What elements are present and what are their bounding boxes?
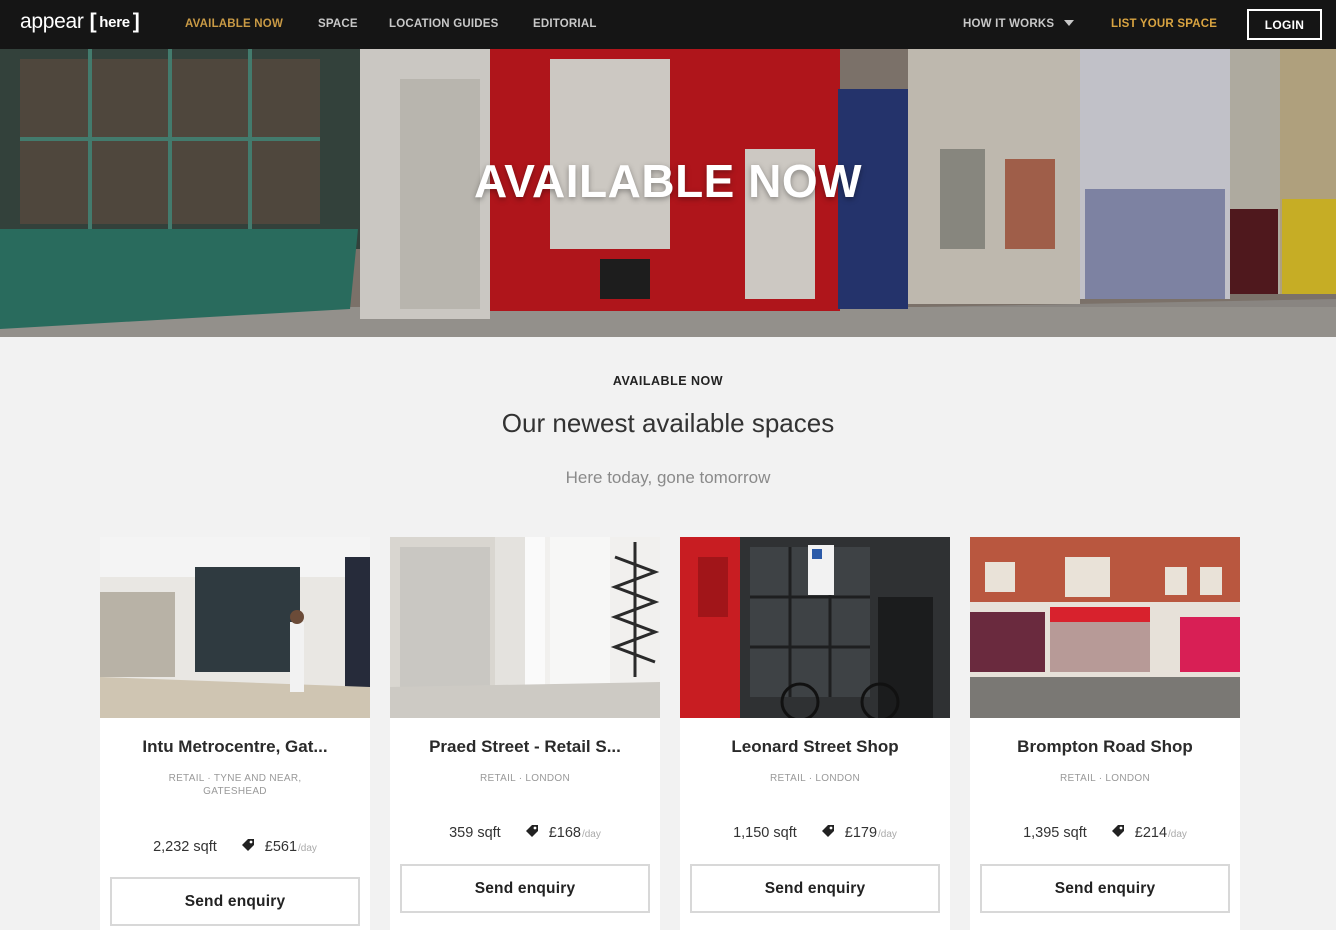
listing-price: £214 (1134, 825, 1168, 841)
listing-card[interactable]: Praed Street - Retail S... RETAIL · LOND… (390, 537, 660, 930)
listing-price: £168 (548, 825, 581, 841)
listing-size: 2,232 sqft (153, 839, 217, 855)
appear-here-logo[interactable]: appear [ here ] (20, 10, 140, 34)
chevron-down-icon (1064, 20, 1075, 26)
listing-photo-brompton[interactable] (970, 537, 1240, 718)
listing-meta: RETAIL · LONDON (479, 773, 571, 784)
nav-list-your-space[interactable]: LIST YOUR SPACE (1111, 18, 1217, 30)
listing-stats: 1,150 sqft £179/day (680, 823, 950, 841)
listing-card[interactable]: Leonard Street Shop RETAIL · LONDON 1,15… (680, 537, 950, 930)
price-tag-icon (821, 825, 834, 837)
price-tag-icon (241, 839, 254, 851)
listing-stats: 2,232 sqft £561/day (100, 837, 370, 855)
listing-photo-leonard[interactable] (680, 537, 950, 718)
logo-word: appear (20, 10, 84, 33)
top-nav: appear [ here ] AVAILABLE NOW SPACE LOCA… (0, 0, 1336, 49)
price-tag-icon (1111, 825, 1124, 837)
listing-price: £179 (844, 825, 878, 841)
send-enquiry-button[interactable]: Send enquiry (400, 864, 650, 913)
listing-size: 1,150 sqft (733, 825, 797, 841)
nav-editorial[interactable]: EDITORIAL (533, 18, 597, 30)
section-eyebrow: AVAILABLE NOW (612, 374, 724, 388)
send-enquiry-button[interactable]: Send enquiry (110, 877, 360, 926)
section-subtitle: Here today, gone tomorrow (565, 468, 771, 487)
listing-price: £561 (264, 839, 298, 855)
listing-price-unit: /day (878, 829, 897, 840)
listing-meta: RETAIL · LONDON (769, 773, 861, 784)
section-title: Our newest available spaces (501, 408, 835, 438)
listing-photo-praed[interactable] (390, 537, 660, 718)
nav-location-guides[interactable]: LOCATION GUIDES (389, 18, 498, 30)
listing-price-unit: /day (1168, 829, 1187, 840)
listing-title[interactable]: Brompton Road Shop (980, 737, 1230, 757)
listing-title[interactable]: Praed Street - Retail S... (400, 737, 650, 757)
nav-available-now[interactable]: AVAILABLE NOW (185, 18, 283, 30)
logo-here: here (99, 13, 130, 31)
listing-stats: 1,395 sqft £214/day (970, 823, 1240, 841)
listing-title[interactable]: Intu Metrocentre, Gat... (110, 737, 360, 757)
listing-size: 359 sqft (449, 825, 501, 841)
nav-space[interactable]: SPACE (318, 18, 358, 30)
send-enquiry-button[interactable]: Send enquiry (980, 864, 1230, 913)
listing-price-unit: /day (298, 843, 317, 854)
login-button[interactable]: LOGIN (1247, 9, 1322, 40)
listing-price-unit: /day (581, 829, 601, 840)
hero-banner: AVAILABLE NOW (0, 49, 1336, 337)
listing-title[interactable]: Leonard Street Shop (690, 737, 940, 757)
listing-stats: 359 sqft £168/day (390, 823, 660, 841)
hero-title: AVAILABLE NOW (473, 155, 863, 207)
listing-meta: RETAIL · LONDON (1059, 773, 1151, 784)
send-enquiry-button[interactable]: Send enquiry (690, 864, 940, 913)
nav-how-it-works-label: HOW IT WORKS (963, 18, 1055, 30)
price-tag-icon (525, 825, 538, 837)
nav-how-it-works[interactable]: HOW IT WORKS (963, 18, 1075, 30)
listing-meta: RETAIL · TYNE AND NEAR, GATESHEAD (168, 773, 302, 797)
listing-photo-mall[interactable] (100, 537, 370, 718)
listing-card[interactable]: Brompton Road Shop RETAIL · LONDON 1,395… (970, 537, 1240, 930)
listing-size: 1,395 sqft (1023, 825, 1087, 841)
listing-card[interactable]: Intu Metrocentre, Gat... RETAIL · TYNE A… (100, 537, 370, 930)
